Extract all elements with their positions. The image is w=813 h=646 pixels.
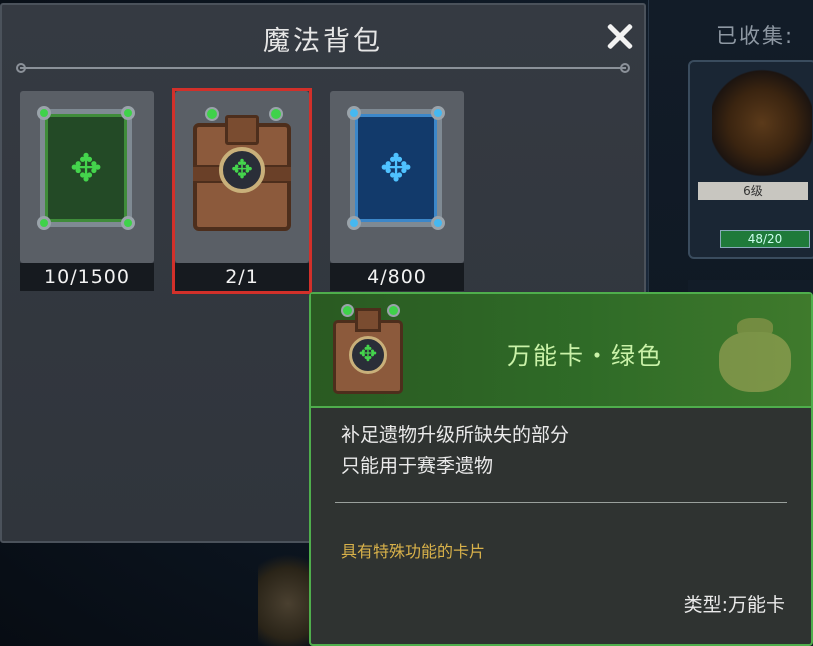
armor-art [712,68,812,178]
bag-slot-blue-card[interactable]: ✥ 4/800 [330,91,464,291]
gem-icon [347,216,361,230]
title-divider [20,67,626,69]
tooltip-description: 补足遗物升级所缺失的部分 只能用于赛季遗物 [341,420,569,482]
card-progress: 48/20 [720,230,810,248]
celtic-knot-icon: ✥ [70,146,102,190]
bag-slot-wildcard-book[interactable]: ✥ 2/1 [172,88,312,294]
description-line: 只能用于赛季遗物 [341,455,494,477]
blue-card-icon: ✥ [347,106,445,230]
divider-end-right [620,63,630,73]
close-icon[interactable] [602,19,638,55]
gem-icon [431,216,445,230]
tooltip-header: ✥ 万能卡・绿色 [311,294,811,408]
slot-count: 2/1 [175,263,309,291]
wildcard-book-icon: ✥ [189,107,295,233]
coin-bag-icon [711,310,797,396]
wildcard-book-icon: ✥ [329,304,407,396]
collected-label: 已收集: [716,24,795,48]
item-tooltip: ✥ 万能卡・绿色 补足遗物升级所缺失的部分 只能用于赛季遗物 具有特殊功能的卡片… [309,292,813,646]
slot-count: 4/800 [330,263,464,291]
tooltip-feature: 具有特殊功能的卡片 [341,542,486,561]
tooltip-divider [335,502,787,503]
slot-frame: ✥ [330,91,464,263]
collection-card[interactable]: 6级 48/20 [688,60,813,259]
description-line: 补足遗物升级所缺失的部分 [341,424,570,446]
panel-title: 魔法背包 [263,26,383,57]
tooltip-type: 类型:万能卡 [683,594,785,616]
gem-icon [121,106,135,120]
gem-icon [121,216,135,230]
tooltip-title: 万能卡・绿色 [507,342,663,370]
slot-count: 10/1500 [20,263,154,291]
celtic-knot-icon: ✥ [380,146,412,190]
gem-icon [431,106,445,120]
slot-frame: ✥ [20,91,154,263]
divider-end-left [16,63,26,73]
gem-icon [37,216,51,230]
card-level: 6级 [698,182,808,200]
gem-icon [347,106,361,120]
slot-frame: ✥ [175,91,309,263]
gem-icon [37,106,51,120]
green-card-icon: ✥ [37,106,135,230]
bag-slot-green-card[interactable]: ✥ 10/1500 [20,91,154,291]
